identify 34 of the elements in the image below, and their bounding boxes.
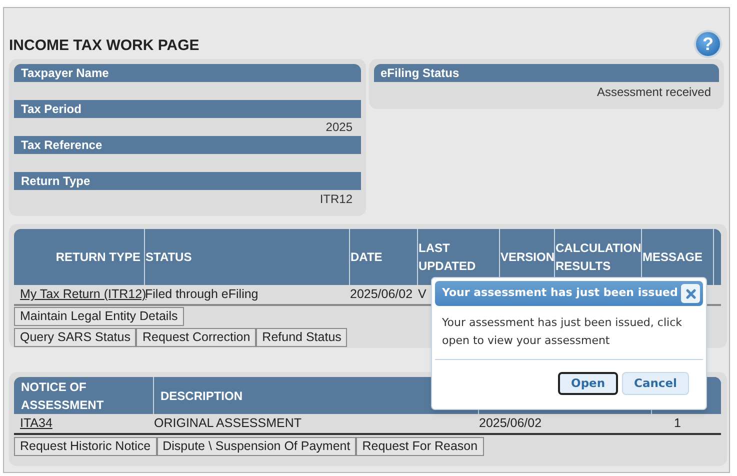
field-label: Taxpayer Name — [14, 64, 360, 82]
table-cell: V — [418, 287, 426, 301]
action-button[interactable]: Query SARS Status — [14, 328, 136, 347]
return-link[interactable]: My Tax Return (ITR12) — [20, 287, 146, 301]
table-cell: ORIGINAL ASSESSMENT — [154, 416, 302, 430]
column-header: DATE — [349, 229, 417, 285]
close-icon — [686, 288, 696, 298]
notice-link[interactable]: ITA34 — [20, 416, 52, 430]
dialog-title: Your assessment has just been issued — [442, 285, 678, 302]
field-value: ITR12 — [320, 191, 352, 208]
status-value: Assessment received — [596, 84, 711, 101]
table-cell: 2025/06/02 — [350, 287, 413, 301]
page-title: INCOME TAX WORK PAGE — [9, 36, 200, 56]
field-label: eFiling Status — [374, 64, 719, 82]
close-button[interactable] — [681, 284, 700, 303]
table-cell: 2025/06/02 — [479, 416, 542, 430]
column-header: NOTICE OF ASSESSMENT — [14, 377, 153, 414]
column-header: RETURN TYPE — [14, 229, 144, 285]
action-button[interactable]: Request For Reason — [356, 436, 484, 456]
field-label: Tax Reference — [14, 136, 360, 154]
field-label: Tax Period — [14, 100, 360, 118]
dialog-button[interactable]: Cancel — [622, 372, 689, 395]
dialog-button[interactable]: Open — [558, 372, 618, 395]
action-button[interactable]: Refund Status — [256, 328, 348, 347]
dialog-message: Your assessment has just been issued, click open to view your assessment — [441, 315, 683, 349]
action-button[interactable]: Request Correction — [136, 328, 256, 347]
table-cell: Filed through eFiling — [145, 287, 258, 301]
column-header: STATUS — [144, 229, 349, 285]
action-button[interactable]: Dispute \ Suspension Of Payment — [156, 436, 356, 456]
field-value: 2025 — [326, 119, 352, 136]
action-button[interactable]: Request Historic Notice — [14, 436, 157, 456]
field-label: Return Type — [14, 172, 360, 190]
table-cell: 1 — [674, 416, 681, 430]
action-button[interactable]: Maintain Legal Entity Details — [14, 306, 184, 326]
